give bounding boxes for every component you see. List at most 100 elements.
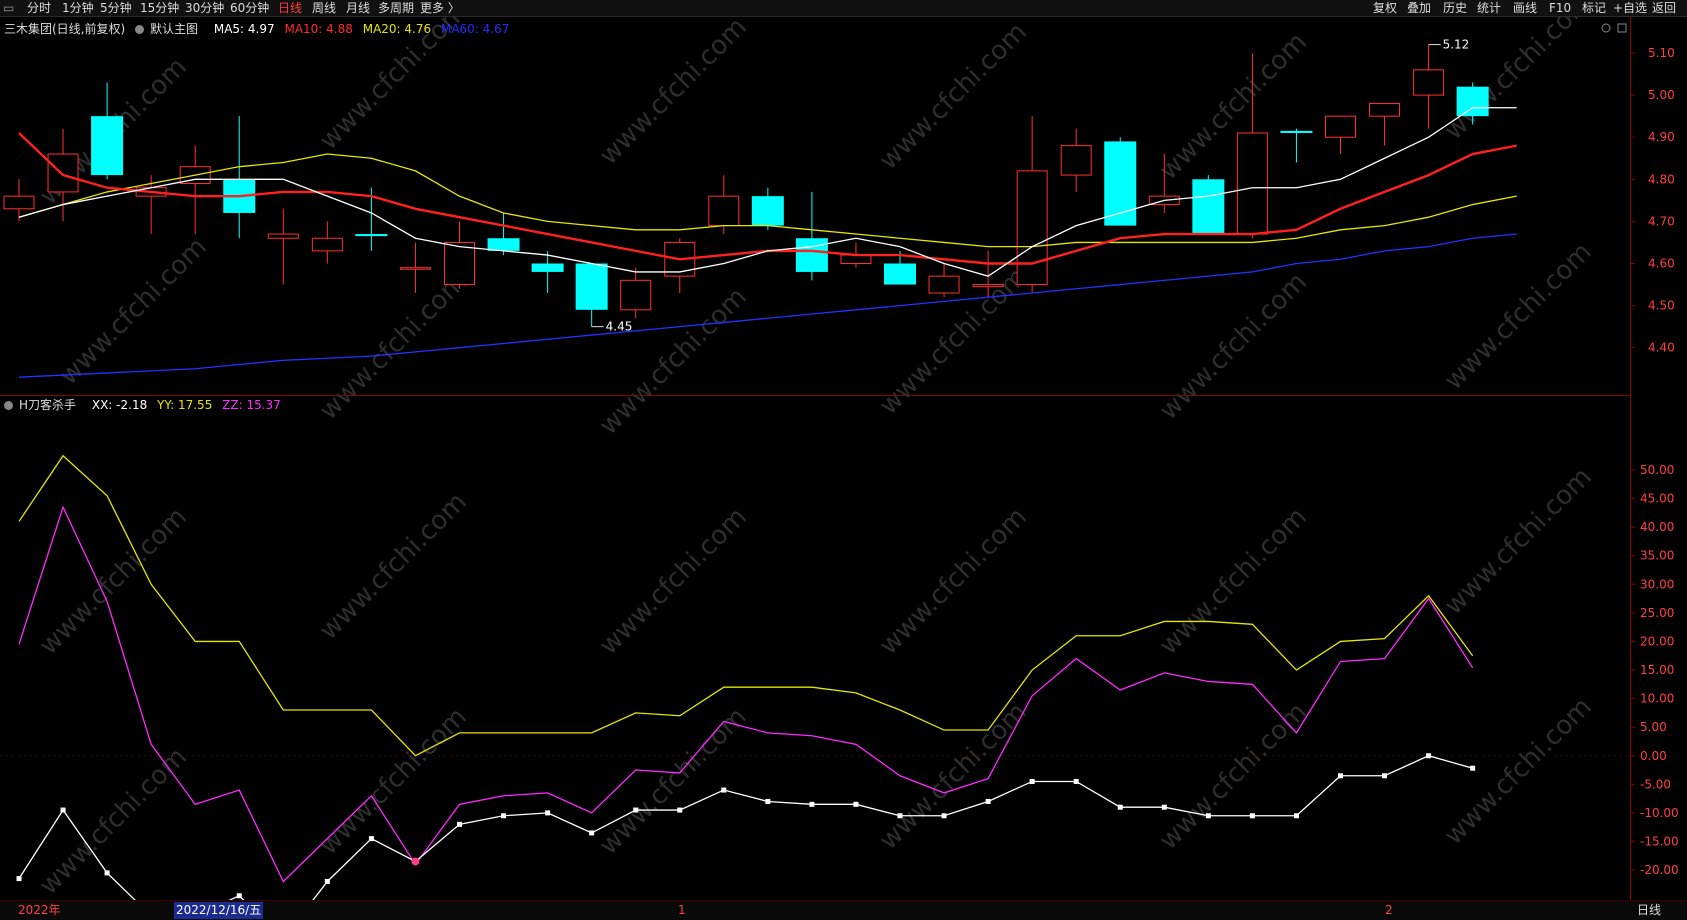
price-tick-label-3: 4.80 bbox=[1648, 172, 1675, 186]
toolbar-item-4[interactable]: 30分钟 bbox=[185, 0, 224, 16]
xx-point-13 bbox=[589, 830, 595, 836]
ind-tick-label-14: -20.00 bbox=[1640, 863, 1679, 877]
watermark-22: www.cfchi.com bbox=[1154, 697, 1313, 856]
xx-point-24 bbox=[1073, 778, 1079, 784]
ind-tick-label-11: -5.00 bbox=[1640, 777, 1671, 791]
price-tick-label-0: 5.10 bbox=[1648, 46, 1675, 60]
candle-body-2 bbox=[91, 116, 124, 176]
ind-tick-label-2: 40.00 bbox=[1640, 520, 1674, 534]
yy-label: YY: 17.55 bbox=[157, 398, 213, 412]
toolbar-right-item-7[interactable]: +自选 bbox=[1613, 0, 1647, 16]
xx-point-22 bbox=[985, 798, 991, 804]
price-tick-label-7: 4.40 bbox=[1648, 341, 1675, 355]
toolbar-right-item-1[interactable]: 叠加 bbox=[1407, 0, 1431, 16]
toolbar-right-item-3[interactable]: 统计 bbox=[1477, 0, 1501, 16]
watermark-16: www.cfchi.com bbox=[1154, 502, 1313, 661]
toolbar-right-item-0[interactable]: 复权 bbox=[1373, 0, 1397, 16]
candle-body-12 bbox=[531, 263, 564, 272]
watermark-13: www.cfchi.com bbox=[314, 487, 473, 646]
toolbar-item-3[interactable]: 15分钟 bbox=[140, 0, 179, 16]
xx-point-19 bbox=[853, 801, 859, 807]
xx-point-27 bbox=[1205, 813, 1211, 819]
template-label[interactable]: 默认主图 bbox=[135, 22, 204, 36]
candle-body-22 bbox=[972, 284, 1004, 288]
price-tick-label-2: 4.90 bbox=[1648, 130, 1675, 144]
xx-point-33 bbox=[1470, 765, 1476, 771]
sub-chart-info: H刀客杀手 XX: -2.18 YY: 17.55 ZZ: 15.37 bbox=[4, 396, 287, 413]
toolbar-item-0[interactable]: 分时 bbox=[27, 0, 51, 16]
price-axis-border bbox=[1630, 16, 1631, 900]
xx-point-14 bbox=[633, 807, 639, 813]
candle-body-1 bbox=[47, 153, 79, 193]
toolbar-right-item-8[interactable]: 返回 bbox=[1652, 0, 1676, 16]
toolbar-item-1[interactable]: 1分钟 bbox=[62, 0, 94, 16]
ind-tick-label-0: 50.00 bbox=[1640, 463, 1674, 477]
xx-point-10 bbox=[457, 821, 462, 827]
ma20-label: MA20: 4.76 bbox=[362, 22, 432, 36]
ind-tick-label-3: 35.00 bbox=[1640, 549, 1674, 563]
month-mark-feb: 2 bbox=[1385, 903, 1393, 917]
xx-point-8 bbox=[368, 836, 374, 842]
watermark-4: www.cfchi.com bbox=[1154, 27, 1313, 186]
settings-dot-icon bbox=[135, 25, 145, 34]
candle-body-8 bbox=[355, 234, 388, 237]
watermark-10: www.cfchi.com bbox=[1154, 267, 1313, 426]
xx-point-20 bbox=[897, 813, 903, 819]
ind-tick-label-9: 5.00 bbox=[1640, 720, 1667, 734]
watermark-7: www.cfchi.com bbox=[314, 267, 473, 426]
toolbar-item-8[interactable]: 月线 bbox=[346, 0, 370, 16]
xx-point-2 bbox=[104, 870, 110, 876]
watermark-2: www.cfchi.com bbox=[594, 16, 753, 171]
toolbar-item-7[interactable]: 周线 bbox=[312, 0, 336, 16]
period-toolbar: 分时 1分钟 5分钟 15分钟 30分钟 60分钟 日线 周线 月线 多周期 更多 〉 ▭ 复权 叠加 历史… bbox=[0, 0, 1687, 17]
watermark-20: www.cfchi.com bbox=[594, 702, 753, 861]
price-tick-label-1: 5.00 bbox=[1648, 88, 1675, 102]
xx-point-7 bbox=[324, 878, 330, 884]
candle-body-17 bbox=[751, 196, 784, 226]
selected-date: 2022/12/16/五 bbox=[174, 902, 264, 919]
watermark-19: www.cfchi.com bbox=[314, 702, 473, 861]
window-icon[interactable]: ▭ bbox=[3, 0, 14, 16]
candle-body-13 bbox=[575, 263, 608, 310]
ind-tick-label-12: -10.00 bbox=[1640, 806, 1679, 820]
xx-point-21 bbox=[941, 813, 947, 819]
toolbar-item-2[interactable]: 5分钟 bbox=[100, 0, 132, 16]
zz-label: ZZ: 15.37 bbox=[222, 398, 281, 412]
candle-body-7 bbox=[311, 237, 343, 252]
watermark-21: www.cfchi.com bbox=[874, 697, 1033, 856]
xx-point-23 bbox=[1029, 778, 1035, 784]
xx-point-1 bbox=[60, 807, 66, 813]
toolbar-item-5[interactable]: 60分钟 bbox=[230, 0, 269, 16]
toolbar-right-item-5[interactable]: F10 bbox=[1549, 0, 1571, 16]
toolbar-right-item-6[interactable]: 标记 bbox=[1582, 0, 1606, 16]
candle-body-11 bbox=[487, 238, 520, 251]
candle-body-6 bbox=[267, 233, 299, 239]
toolbar-item-9[interactable]: 多周期 bbox=[378, 0, 414, 16]
indicator-name[interactable]: H刀客杀手 bbox=[4, 398, 82, 412]
xx-point-11 bbox=[501, 813, 507, 819]
high-marker-label: 5.12 bbox=[1443, 38, 1470, 52]
candle-body-23 bbox=[1016, 170, 1048, 286]
xx-point-16 bbox=[721, 787, 727, 793]
ind-tick-label-5: 25.00 bbox=[1640, 606, 1674, 620]
maximize-icon bbox=[1617, 23, 1627, 33]
xx-point-26 bbox=[1161, 804, 1167, 810]
toolbar-item-6[interactable]: 日线 bbox=[278, 0, 302, 16]
xx-point-30 bbox=[1338, 773, 1343, 779]
ind-line-xx bbox=[18, 755, 1473, 900]
xx-point-15 bbox=[677, 807, 683, 813]
xx-label: XX: -2.18 bbox=[91, 398, 148, 412]
candle-body-10 bbox=[444, 241, 475, 286]
ind-tick-label-13: -15.00 bbox=[1640, 834, 1679, 848]
main-chart-info: 三木集团(日线,前复权) 默认主图 MA5: 4.97 MA10: 4.88 M… bbox=[4, 20, 515, 37]
ma60-label: MA60: 4.67 bbox=[440, 22, 510, 36]
watermark-23: www.cfchi.com bbox=[1439, 692, 1598, 851]
toolbar-item-10[interactable]: 更多 〉 bbox=[420, 0, 460, 16]
ma10-label: MA10: 4.88 bbox=[284, 22, 353, 36]
toolbar-right-item-2[interactable]: 历史 bbox=[1443, 0, 1467, 16]
date-axis-bar: 2022年 2022/12/16/五 1 2 日线 bbox=[0, 900, 1687, 920]
month-mark-jan: 1 bbox=[678, 903, 686, 917]
xx-point-12 bbox=[545, 810, 551, 816]
settings-dot-icon bbox=[4, 401, 13, 410]
toolbar-right-item-4[interactable]: 画线 bbox=[1513, 0, 1537, 16]
